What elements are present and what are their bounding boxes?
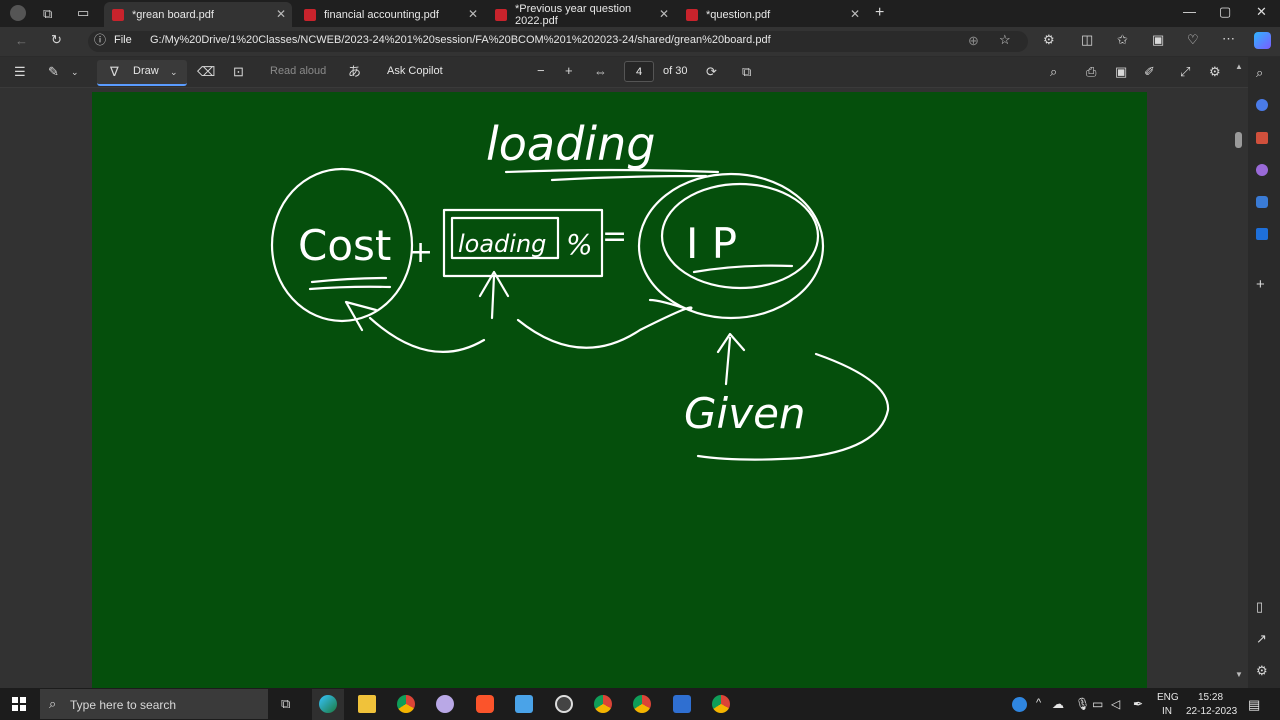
arrow-up-to-loading (478, 270, 510, 320)
file-explorer-icon[interactable] (358, 695, 376, 713)
cost-underline (310, 276, 388, 284)
chrome-app-icon[interactable] (397, 695, 415, 713)
percent-sign: % (566, 228, 593, 261)
outlook-icon[interactable] (1256, 228, 1268, 240)
task-view-icon[interactable]: ⧉ (281, 697, 290, 710)
chrome-second-app-icon[interactable] (633, 695, 651, 713)
notifications-icon[interactable]: ▤ (1248, 697, 1260, 713)
photos-app-icon[interactable] (515, 695, 533, 713)
office-icon[interactable] (1256, 196, 1268, 208)
ip-label: I P (686, 219, 737, 268)
search-icon: ⌕ (49, 696, 57, 711)
equals-sign: = (602, 219, 627, 254)
battery-icon[interactable]: ▭ (1092, 697, 1103, 711)
volume-icon[interactable]: ◁ (1111, 697, 1120, 711)
calculator-app-icon[interactable] (673, 695, 691, 713)
loading-in-box: loading (458, 230, 546, 258)
arrow-to-cost (344, 300, 486, 353)
shopping-icon[interactable] (1256, 99, 1268, 111)
edge-app-icon[interactable] (319, 695, 337, 713)
sidebar-search-icon[interactable]: ⌕ (1256, 66, 1263, 79)
scroll-thumb[interactable] (1235, 132, 1242, 148)
chrome-profile-app-icon[interactable] (594, 695, 612, 713)
handwriting-layer: loading Cost + loading % = I P Given (270, 117, 890, 461)
chrome-third-app-icon[interactable] (712, 695, 730, 713)
microphone-icon[interactable]: 🎙 (1075, 697, 1090, 711)
brave-app-icon[interactable] (476, 695, 494, 713)
clock-date[interactable]: 22-12-2023 (1186, 706, 1237, 717)
edge-sidebar (1248, 57, 1280, 688)
add-sidebar-app-icon[interactable]: + (1256, 277, 1265, 292)
paint-app-icon[interactable] (436, 695, 454, 713)
title-loading: loading (486, 117, 655, 171)
taskbar-search-placeholder: Type here to search (70, 698, 177, 712)
games-icon[interactable] (1256, 164, 1268, 176)
pen-icon[interactable]: ✒ (1133, 697, 1143, 711)
start-button-icon[interactable] (12, 697, 26, 711)
arrow-up-to-ip (716, 332, 746, 386)
language-top[interactable]: ENG (1157, 692, 1179, 703)
onedrive-icon[interactable]: ☁ (1052, 697, 1064, 711)
plus-sign: + (408, 235, 433, 270)
scroll-down-arrow[interactable]: ▼ (1235, 670, 1243, 679)
settings-app-icon[interactable] (555, 695, 573, 713)
given-label: Given (684, 389, 806, 438)
help-icon[interactable] (1012, 697, 1027, 712)
clock-time[interactable]: 15:28 (1198, 692, 1223, 703)
title-underline (550, 174, 708, 182)
sidebar-settings-icon[interactable]: ⚙ (1256, 664, 1268, 677)
show-hidden-icons[interactable]: ^ (1036, 697, 1041, 709)
open-external-icon[interactable]: ↗ (1256, 632, 1267, 645)
scroll-up-arrow[interactable]: ▲ (1235, 62, 1243, 71)
vertical-scrollbar[interactable] (1234, 88, 1244, 688)
cost-label: Cost (298, 221, 391, 270)
cost-underline (308, 285, 392, 291)
sidebar-layout-icon[interactable]: ▯ (1256, 600, 1263, 613)
tools-icon[interactable] (1256, 132, 1268, 144)
language-bottom[interactable]: IN (1162, 706, 1172, 717)
arrow-from-ip (516, 298, 693, 349)
